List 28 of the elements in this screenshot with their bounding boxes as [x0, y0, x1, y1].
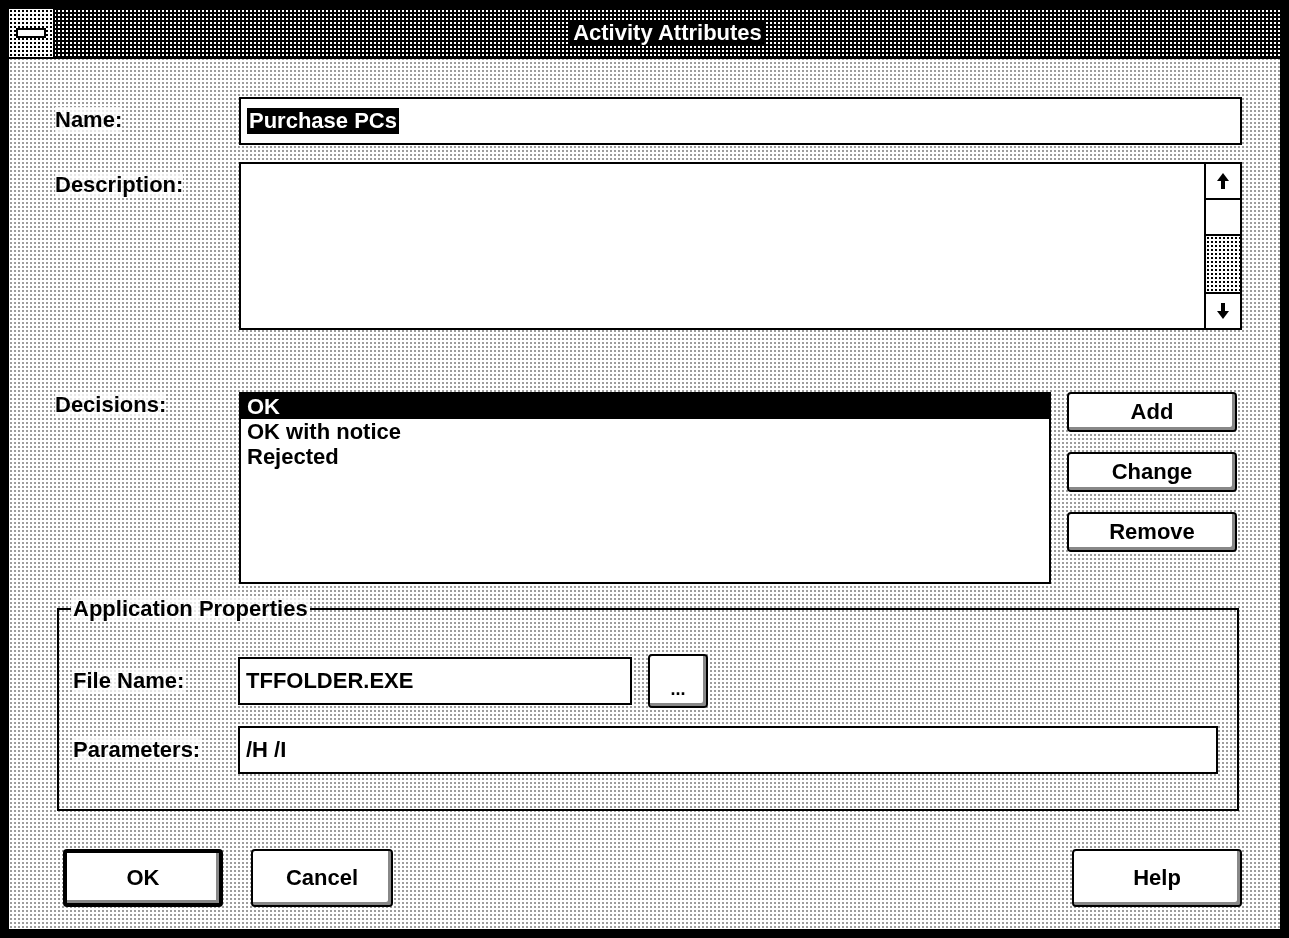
dash-icon	[16, 28, 46, 38]
field-label: Description:	[55, 172, 184, 197]
dialog-button[interactable]: Cancel	[251, 849, 393, 907]
list-item[interactable]: Rejected	[241, 444, 1049, 469]
field-label: File Name:	[73, 668, 185, 693]
window-title: Activity Attributes	[569, 20, 766, 46]
scroll-thumb[interactable]	[1206, 200, 1240, 236]
browse-button[interactable]: ...	[648, 654, 708, 708]
system-menu-button[interactable]	[9, 9, 55, 57]
description-field[interactable]	[239, 162, 1242, 330]
field-label: Name:	[55, 107, 123, 132]
dialog-button[interactable]: OK	[63, 849, 223, 907]
up-arrow-icon	[1216, 172, 1230, 190]
file-name-field[interactable]: TFFOLDER.EXE	[238, 657, 632, 705]
scroll-down-button[interactable]	[1206, 292, 1240, 328]
list-item[interactable]: OK with notice	[241, 419, 1049, 444]
parameters-field[interactable]: /H /I	[238, 726, 1218, 774]
down-arrow-icon	[1216, 302, 1230, 320]
name-field[interactable]: Purchase PCs	[239, 97, 1242, 145]
field-label: Parameters:	[73, 737, 201, 762]
scroll-up-button[interactable]	[1206, 164, 1240, 200]
dialog-button[interactable]: Add	[1067, 392, 1237, 432]
dialog-button[interactable]: Help	[1072, 849, 1242, 907]
list-item[interactable]: OK	[241, 394, 1049, 419]
dialog-button[interactable]: Change	[1067, 452, 1237, 492]
field-label: Decisions:	[55, 392, 167, 417]
dialog-button[interactable]: Remove	[1067, 512, 1237, 552]
group-title: Application Properties	[71, 596, 310, 622]
